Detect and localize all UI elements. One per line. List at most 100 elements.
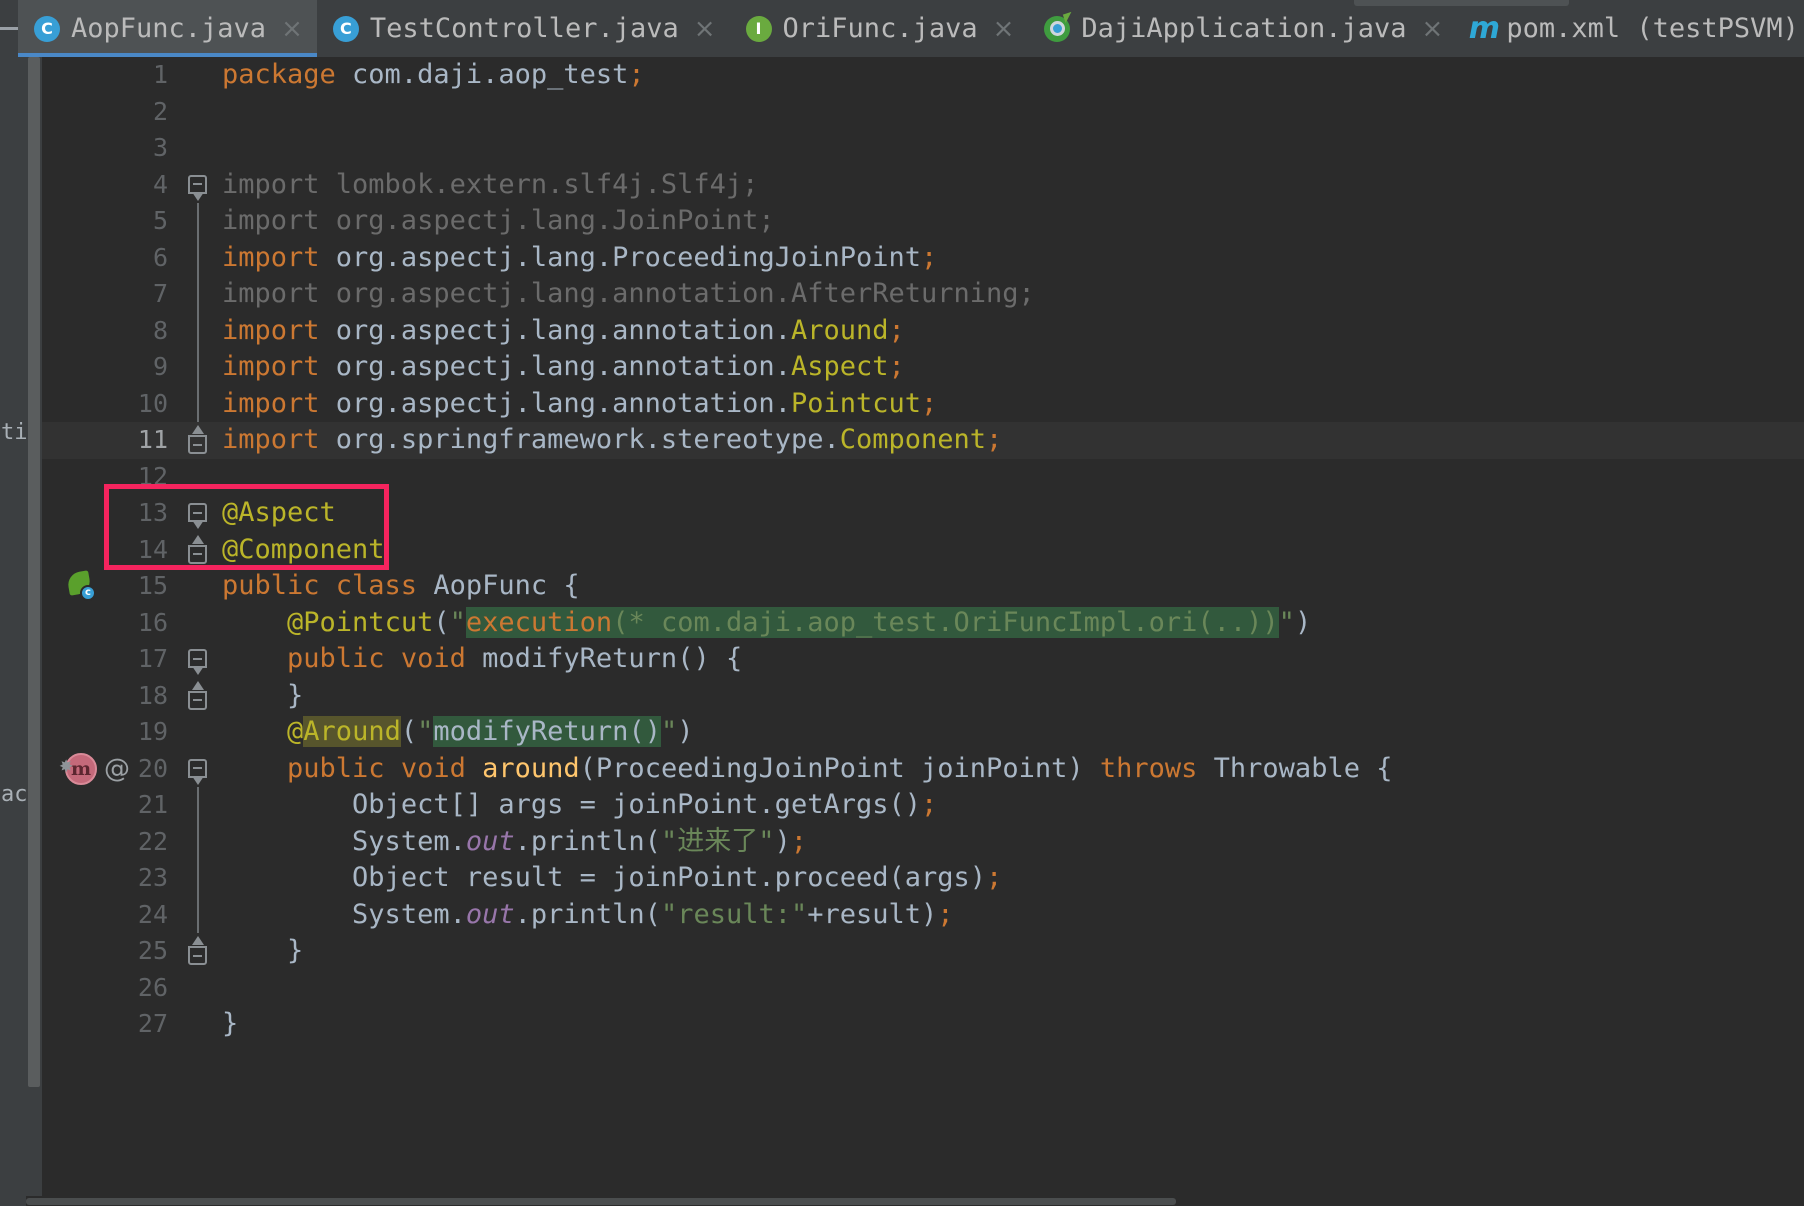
fold-collapse-icon[interactable] bbox=[188, 544, 207, 564]
scrollbar-thumb[interactable] bbox=[28, 57, 40, 1087]
line-number-gutter[interactable]: 10 bbox=[42, 386, 182, 423]
code-line[interactable]: 6 import org.aspectj.lang.ProceedingJoinP… bbox=[42, 239, 1804, 277]
code-text[interactable] bbox=[212, 970, 1804, 1007]
code-text[interactable]: } bbox=[212, 933, 1804, 970]
editor-tab-orifunc-java[interactable]: I OriFunc.java × bbox=[730, 0, 1029, 57]
code-text[interactable]: public void modifyReturn() { bbox=[212, 641, 1804, 678]
code-text[interactable]: import org.aspectj.lang.annotation.Aspec… bbox=[212, 349, 1804, 386]
code-folding-column[interactable] bbox=[182, 349, 212, 386]
code-line[interactable]: 24 System.out.println("result:"+result); bbox=[42, 896, 1804, 934]
line-number-gutter[interactable]: c 15 bbox=[42, 568, 182, 605]
code-line[interactable]: 22 System.out.println("进来了"); bbox=[42, 823, 1804, 861]
code-folding-column[interactable] bbox=[182, 94, 212, 131]
line-number-gutter[interactable]: 5 bbox=[42, 203, 182, 240]
line-number-gutter[interactable]: m ✸ @20 bbox=[42, 751, 182, 788]
line-number-gutter[interactable]: 3 bbox=[42, 130, 182, 167]
code-text[interactable]: @Component bbox=[212, 532, 1804, 569]
line-number-gutter[interactable]: 21 bbox=[42, 787, 182, 824]
line-number-gutter[interactable]: 4 bbox=[42, 167, 182, 204]
code-line[interactable]: 2 bbox=[42, 94, 1804, 131]
code-line[interactable]: 16 @Pointcut("execution(* com.daji.aop_t… bbox=[42, 605, 1804, 642]
code-text[interactable]: import org.aspectj.lang.ProceedingJoinPo… bbox=[212, 240, 1804, 277]
editor-tab-dajiapplication-java[interactable]: DajiApplication.java × bbox=[1028, 0, 1457, 57]
tab-close-icon[interactable]: × bbox=[281, 16, 303, 42]
code-line[interactable]: 8 import org.aspectj.lang.annotation.Arou… bbox=[42, 312, 1804, 350]
code-line[interactable]: m ✸ @20 public void around(ProceedingJoinP… bbox=[42, 751, 1804, 788]
code-folding-column[interactable] bbox=[182, 130, 212, 167]
code-folding-column[interactable] bbox=[182, 787, 212, 824]
editor-left-scrollbar[interactable] bbox=[26, 57, 42, 1206]
code-folding-column[interactable] bbox=[182, 860, 212, 897]
code-line[interactable]: 26 bbox=[42, 970, 1804, 1007]
code-folding-column[interactable] bbox=[182, 933, 212, 970]
code-line[interactable]: c 15 public class AopFunc { bbox=[42, 568, 1804, 605]
code-line[interactable]: 1 package com.daji.aop_test; bbox=[42, 57, 1804, 94]
line-number-gutter[interactable]: 2 bbox=[42, 94, 182, 131]
line-number-gutter[interactable]: 26 bbox=[42, 970, 182, 1007]
code-text[interactable] bbox=[212, 130, 1804, 167]
code-line[interactable]: 13 @Aspect bbox=[42, 495, 1804, 532]
line-number-gutter[interactable]: 1 bbox=[42, 57, 182, 94]
editor-tab-pom-xml-testpsvm-[interactable]: mpom.xml (testPSVM)× bbox=[1457, 0, 1804, 57]
line-number-gutter[interactable]: 24 bbox=[42, 897, 182, 934]
line-number-gutter[interactable]: 27 bbox=[42, 1006, 182, 1043]
code-line[interactable]: 7 import org.aspectj.lang.annotation.Afte… bbox=[42, 276, 1804, 313]
code-text[interactable]: import org.aspectj.lang.JoinPoint; bbox=[212, 203, 1804, 240]
aop-advice-icon[interactable]: m ✸ bbox=[59, 752, 98, 786]
line-number-gutter[interactable]: 12 bbox=[42, 459, 182, 496]
code-line[interactable]: 19 @Around("modifyReturn()") bbox=[42, 714, 1804, 751]
code-line[interactable]: 14 @Component bbox=[42, 532, 1804, 569]
line-number-gutter[interactable]: 22 bbox=[42, 824, 182, 861]
line-number-gutter[interactable]: 6 bbox=[42, 240, 182, 277]
code-folding-column[interactable] bbox=[182, 896, 212, 933]
line-number-gutter[interactable]: 16 bbox=[42, 605, 182, 642]
tab-close-icon[interactable]: × bbox=[694, 16, 716, 42]
line-number-gutter[interactable]: 8 bbox=[42, 313, 182, 350]
code-folding-column[interactable] bbox=[182, 495, 212, 532]
tool-window-label-ac[interactable]: ac bbox=[1, 782, 28, 807]
code-line[interactable]: 9 import org.aspectj.lang.annotation.Aspe… bbox=[42, 349, 1804, 386]
code-line[interactable]: 23 Object result = joinPoint.proceed(arg… bbox=[42, 860, 1804, 897]
code-text[interactable]: @Pointcut("execution(* com.daji.aop_test… bbox=[212, 605, 1804, 642]
code-text[interactable]: public class AopFunc { bbox=[212, 568, 1804, 605]
editor-tab-testcontroller-java[interactable]: C TestController.java × bbox=[317, 0, 730, 57]
code-text[interactable]: } bbox=[212, 678, 1804, 715]
code-line[interactable]: 18 } bbox=[42, 678, 1804, 715]
line-number-gutter[interactable]: 18 bbox=[42, 678, 182, 715]
code-line[interactable]: 17 public void modifyReturn() { bbox=[42, 641, 1804, 678]
fold-collapse-icon[interactable] bbox=[188, 690, 207, 710]
hscrollbar-thumb[interactable] bbox=[26, 1198, 1176, 1205]
code-text[interactable] bbox=[212, 94, 1804, 131]
line-number-gutter[interactable]: 7 bbox=[42, 276, 182, 313]
code-folding-column[interactable] bbox=[182, 385, 212, 422]
code-line[interactable]: 27} bbox=[42, 1006, 1804, 1043]
code-lines-container[interactable]: 1 package com.daji.aop_test; 2 3 4 import lom… bbox=[42, 57, 1804, 1206]
line-number-gutter[interactable]: 9 bbox=[42, 349, 182, 386]
code-folding-column[interactable] bbox=[182, 167, 212, 204]
fold-collapse-icon[interactable] bbox=[188, 435, 207, 454]
code-line[interactable]: 25 } bbox=[42, 933, 1804, 970]
code-folding-column[interactable] bbox=[182, 605, 212, 642]
left-tool-window-strip[interactable]: ti ac bbox=[0, 57, 28, 1206]
code-text[interactable]: public void around(ProceedingJoinPoint j… bbox=[212, 751, 1804, 788]
tool-window-label-ti[interactable]: ti bbox=[1, 420, 28, 445]
code-editor[interactable]: 1 package com.daji.aop_test; 2 3 4 import lom… bbox=[26, 57, 1804, 1206]
code-folding-column[interactable] bbox=[182, 276, 212, 313]
tab-close-icon[interactable]: × bbox=[1422, 16, 1444, 42]
code-text[interactable] bbox=[212, 459, 1804, 496]
editor-horizontal-scrollbar[interactable] bbox=[26, 1196, 1804, 1206]
line-number-gutter[interactable]: 17 bbox=[42, 641, 182, 678]
code-folding-column[interactable] bbox=[182, 678, 212, 715]
code-folding-column[interactable] bbox=[182, 203, 212, 240]
code-folding-column[interactable] bbox=[182, 312, 212, 349]
code-folding-column[interactable] bbox=[182, 532, 212, 569]
code-text[interactable]: import org.aspectj.lang.annotation.After… bbox=[212, 276, 1804, 313]
code-folding-column[interactable] bbox=[182, 1006, 212, 1043]
code-text[interactable]: import lombok.extern.slf4j.Slf4j; bbox=[212, 167, 1804, 204]
code-line[interactable]: 5 import org.aspectj.lang.JoinPoint; bbox=[42, 203, 1804, 240]
line-number-gutter[interactable]: 14 bbox=[42, 532, 182, 569]
line-number-gutter[interactable]: 19 bbox=[42, 714, 182, 751]
spring-bean-icon[interactable]: c bbox=[64, 569, 98, 603]
code-text[interactable]: } bbox=[212, 1006, 1804, 1043]
line-number-gutter[interactable]: 23 bbox=[42, 860, 182, 897]
